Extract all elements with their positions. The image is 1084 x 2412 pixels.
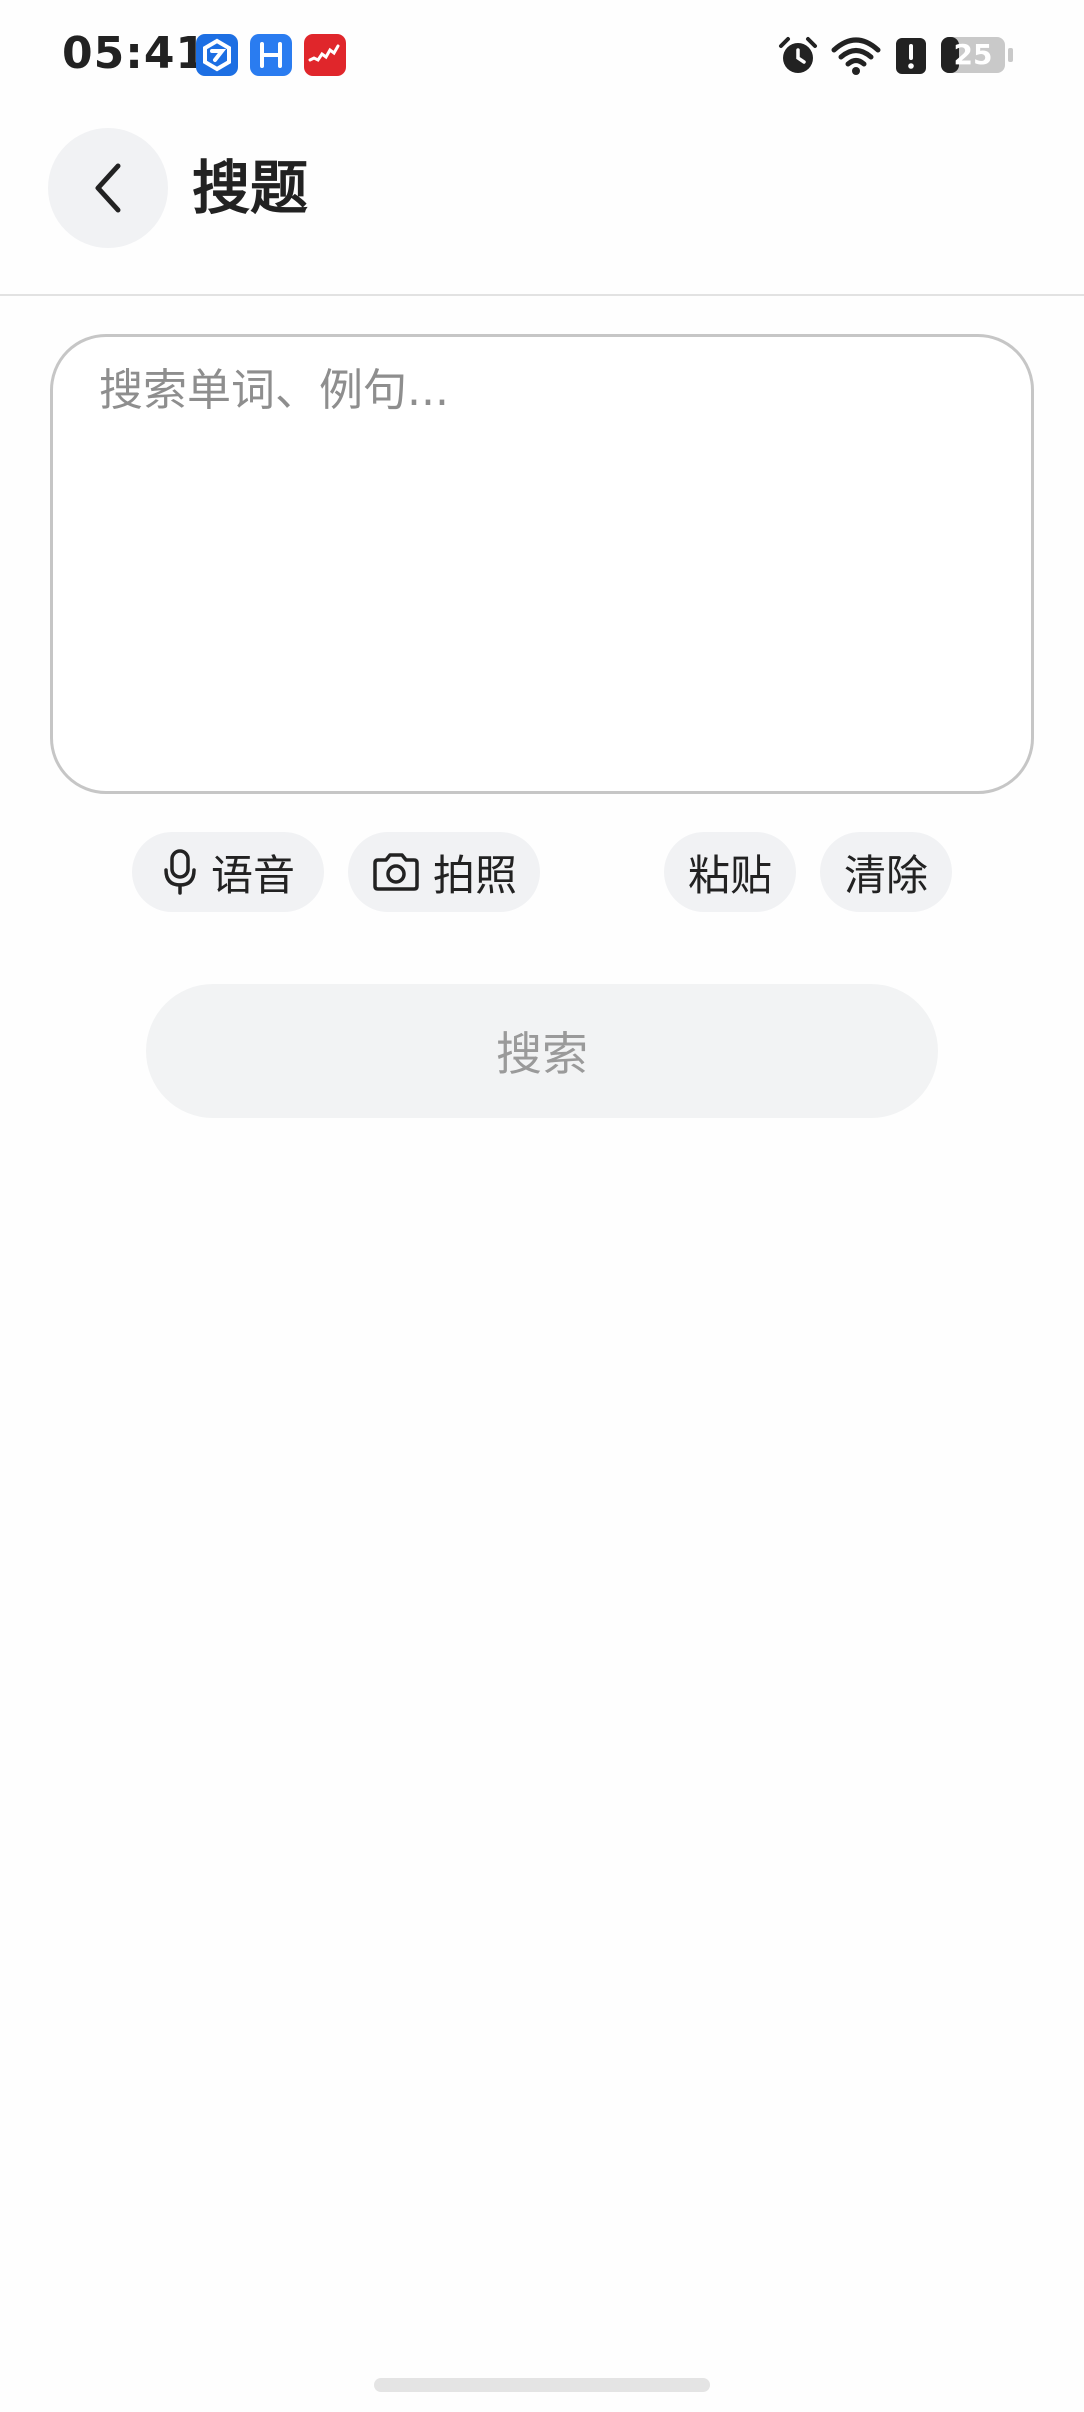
voice-button-label: 语音 xyxy=(210,850,295,900)
clear-button-label: 清除 xyxy=(843,850,928,900)
status-time: 05:41 xyxy=(62,28,208,79)
page-title: 搜题 xyxy=(192,154,309,222)
search-input[interactable] xyxy=(53,337,1031,791)
signal-app-icon xyxy=(304,34,346,76)
photo-button-label: 拍照 xyxy=(432,850,517,900)
wifi-icon xyxy=(830,34,882,82)
search-question-screen: 05:41 25 搜题 搜索单词、例句... 语音 拍照 粘贴 清除 搜索 xyxy=(0,0,1084,2412)
paste-button[interactable]: 粘贴 xyxy=(664,832,796,912)
status-bar: 05:41 25 xyxy=(0,0,1084,112)
alert-icon xyxy=(894,34,928,82)
paste-button-label: 粘贴 xyxy=(687,850,772,900)
search-button[interactable]: 搜索 xyxy=(146,984,938,1118)
microphone-icon xyxy=(161,848,199,896)
battery-level: 25 xyxy=(953,38,993,71)
voice-button[interactable]: 语音 xyxy=(132,832,324,912)
photo-button[interactable]: 拍照 xyxy=(348,832,540,912)
clear-button[interactable]: 清除 xyxy=(820,832,952,912)
tencent-map-icon xyxy=(196,34,238,76)
chevron-left-icon xyxy=(95,163,121,213)
search-button-label: 搜索 xyxy=(496,1027,588,1081)
camera-icon xyxy=(371,851,421,893)
back-button[interactable] xyxy=(48,128,168,248)
header-divider xyxy=(0,294,1084,296)
hi-app-icon xyxy=(250,34,292,76)
search-box xyxy=(50,334,1034,794)
battery-icon: 25 xyxy=(940,36,1016,74)
alarm-icon xyxy=(776,34,820,82)
home-indicator[interactable] xyxy=(374,2378,710,2392)
